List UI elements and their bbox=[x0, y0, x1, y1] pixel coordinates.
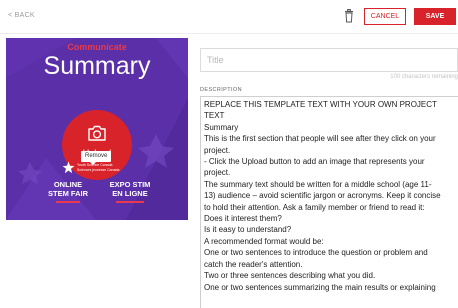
cancel-button[interactable]: CANCEL bbox=[364, 8, 406, 25]
trash-icon-graphic bbox=[345, 9, 353, 23]
description-line: project. bbox=[204, 168, 231, 178]
description-line: Does it interest them? bbox=[204, 214, 282, 224]
youth-science-logo: Youth Science Canada Sciences jeunesse C… bbox=[62, 161, 132, 177]
logo-line-en: Youth Science Canada bbox=[77, 163, 113, 167]
description-line: This is the first section that people wi… bbox=[204, 134, 436, 144]
cover-heading: Summary bbox=[43, 52, 151, 80]
description-textarea[interactable]: REPLACE THIS TEMPLATE TEXT WITH YOUR OWN… bbox=[200, 96, 458, 308]
project-editor-panel: < BACK CANCEL SAVE Communicate Summary R… bbox=[0, 0, 458, 308]
title-input[interactable] bbox=[200, 48, 458, 72]
fair-underline-right bbox=[116, 201, 144, 203]
description-line: The summary text should be written for a… bbox=[204, 179, 432, 189]
description-line: A recommended format would be: bbox=[204, 236, 324, 246]
description-line: project. bbox=[204, 145, 231, 155]
description-line: REPLACE THIS TEMPLATE TEXT WITH YOUR OWN… bbox=[204, 100, 437, 109]
description-line: catch the reader's attention. bbox=[204, 259, 303, 269]
title-character-count: 100 characters remaining bbox=[390, 74, 458, 80]
description-line: - Click the Upload button to add an imag… bbox=[204, 157, 425, 167]
description-line: One or two sentences to introduce the qu… bbox=[204, 248, 428, 258]
description-line: Two or three sentences describing what y… bbox=[204, 271, 376, 281]
description-line: 13) audience – avoid scientific jargon o… bbox=[204, 191, 441, 201]
description-line: TEXT bbox=[204, 111, 225, 121]
fair-label-english-line2: STEM FAIR bbox=[47, 188, 88, 198]
fair-label-french: EXPO STIM EN LIGNE bbox=[104, 180, 156, 198]
cover-image: Communicate Summary Upload Remove Youth … bbox=[6, 38, 188, 220]
camera-icon bbox=[88, 125, 106, 141]
description-line: Is it easy to understand? bbox=[204, 225, 292, 235]
cover-subheading: Communicate bbox=[67, 42, 127, 52]
back-link[interactable]: < BACK bbox=[8, 12, 35, 19]
top-toolbar: < BACK CANCEL SAVE bbox=[0, 0, 458, 34]
fair-label-english: ONLINE STEM FAIR bbox=[46, 180, 90, 198]
logo-star-icon bbox=[62, 161, 75, 174]
description-line: One or two sentences summarizing the mai… bbox=[204, 282, 436, 292]
trash-icon[interactable] bbox=[344, 9, 354, 23]
description-label: DESCRIPTION bbox=[200, 87, 242, 93]
logo-line-fr: Sciences jeunesse Canada bbox=[77, 168, 120, 172]
fair-label-french-line2: EN LIGNE bbox=[112, 188, 148, 198]
save-button[interactable]: SAVE bbox=[414, 8, 456, 25]
description-line: to hold their attention. Ask a family me… bbox=[204, 202, 425, 212]
description-line: Summary bbox=[204, 122, 239, 132]
fair-underline-left bbox=[56, 201, 80, 203]
